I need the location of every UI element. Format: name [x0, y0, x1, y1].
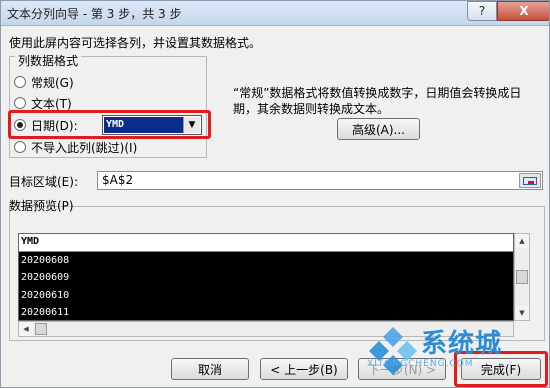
radio-general-label: 常规(G) — [31, 75, 74, 90]
range-select-icon[interactable] — [519, 173, 541, 188]
data-preview-grid[interactable]: YMD 20200608 20200609 20200610 20200611 — [18, 233, 514, 321]
radio-text-label: 文本(T) — [31, 96, 72, 111]
close-button[interactable]: X — [497, 1, 549, 21]
scrollbar-thumb[interactable] — [35, 323, 47, 335]
destination-label: 目标区域(E): — [9, 175, 78, 189]
preview-row: 20200608 — [21, 255, 70, 266]
cancel-button[interactable]: 取消 — [171, 358, 249, 380]
radio-skip-column[interactable]: 不导入此列(跳过)(I) — [14, 138, 137, 156]
text-to-columns-dialog: 文本分列向导 - 第 3 步，共 3 步 ? X 使用此屏内容可选择各列，并设置… — [0, 0, 550, 388]
preview-row: 20200610 — [21, 290, 70, 301]
scroll-down-icon[interactable]: ▼ — [515, 306, 529, 320]
scrollbar-thumb[interactable] — [516, 270, 528, 284]
advanced-button[interactable]: 高级(A)... — [337, 118, 420, 140]
radio-circle[interactable] — [14, 141, 26, 153]
destination-value: $A$2 — [102, 173, 134, 187]
back-button[interactable]: < 上一步(B) — [260, 358, 348, 380]
date-option-highlight — [8, 110, 211, 139]
destination-input[interactable]: $A$2 — [97, 171, 543, 190]
preview-row: 20200609 — [21, 272, 70, 283]
help-button[interactable]: ? — [467, 1, 497, 21]
preview-row: 20200611 — [21, 307, 70, 318]
watermark-brand: 系统城 — [421, 329, 503, 359]
preview-header-label: YMD — [21, 236, 40, 247]
radio-circle[interactable] — [14, 97, 26, 109]
radio-circle[interactable] — [14, 76, 26, 88]
scroll-up-icon[interactable]: ▲ — [515, 234, 529, 248]
preview-column-header[interactable]: YMD — [19, 234, 513, 252]
title-bar: 文本分列向导 - 第 3 步，共 3 步 ? X — [1, 1, 549, 26]
format-description: “常规”数据格式将数值转换成数字，日期值会转换成日期，其余数据则转换成文本。 — [233, 86, 522, 116]
scroll-left-icon[interactable]: ◀ — [19, 322, 33, 336]
preview-vertical-scrollbar[interactable]: ▲ ▼ — [514, 233, 530, 321]
column-format-label: 列数据格式 — [15, 52, 82, 69]
data-preview-label: 数据预览(P) — [9, 199, 74, 213]
watermark-url: XITONGCHENG.COM — [367, 359, 474, 369]
instruction-text: 使用此屏内容可选择各列，并设置其数据格式。 — [9, 36, 262, 50]
radio-general[interactable]: 常规(G) — [14, 73, 74, 91]
window-title: 文本分列向导 - 第 3 步，共 3 步 — [7, 7, 182, 21]
radio-skip-label: 不导入此列(跳过)(I) — [31, 140, 138, 155]
